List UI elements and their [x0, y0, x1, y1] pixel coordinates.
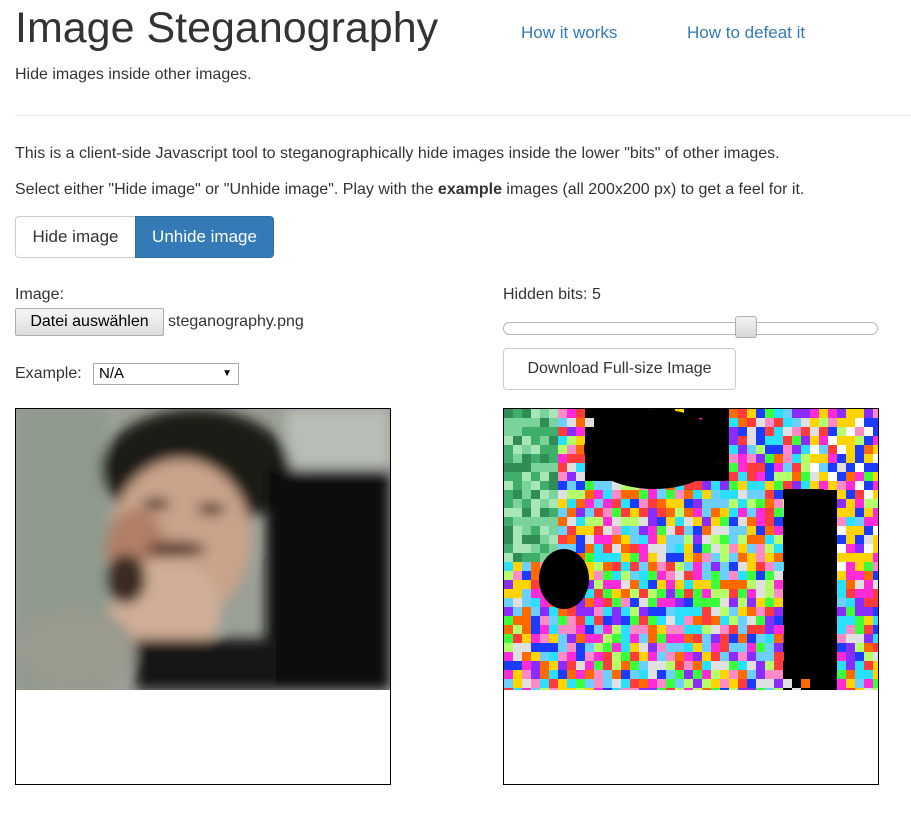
intro-instructions-suffix: images (all 200x200 px) to get a feel fo…	[501, 181, 805, 198]
slider-thumb[interactable]	[735, 316, 757, 338]
page-subtitle: Hide images inside other images.	[15, 66, 252, 83]
chevron-down-icon: ▼	[222, 368, 232, 379]
slider-track[interactable]	[503, 322, 878, 335]
image-label: Image:	[15, 286, 64, 303]
revealed-image-canvas	[503, 408, 879, 785]
download-full-size-button[interactable]: Download Full-size Image	[503, 348, 736, 390]
example-select[interactable]: N/A ▼	[93, 363, 239, 385]
page-title: Image Steganography	[15, 4, 439, 52]
source-image	[16, 409, 390, 690]
hidden-bits-text: Hidden bits:	[503, 286, 588, 303]
intro-instructions-prefix: Select either "Hide image" or "Unhide im…	[15, 181, 438, 198]
selected-file-name: steganography.png	[168, 313, 304, 330]
hide-image-button[interactable]: Hide image	[15, 216, 136, 258]
source-image-canvas	[15, 408, 391, 785]
unhide-image-button[interactable]: Unhide image	[135, 216, 274, 258]
choose-file-button[interactable]: Datei auswählen	[15, 308, 164, 336]
mode-toggle-group: Hide image Unhide image	[15, 216, 274, 258]
header-divider	[15, 115, 911, 116]
revealed-image	[504, 409, 878, 690]
nav-link-how-it-works[interactable]: How it works	[521, 23, 617, 43]
nav-link-how-to-defeat-it[interactable]: How to defeat it	[687, 23, 805, 43]
example-label: Example:	[15, 365, 82, 382]
hidden-bits-slider[interactable]	[503, 316, 878, 338]
page: Image Steganography How it works How to …	[0, 0, 911, 817]
intro-instructions-bold: example	[437, 181, 502, 198]
intro-instructions: Select either "Hide image" or "Unhide im…	[15, 181, 804, 199]
example-select-value: N/A	[99, 365, 125, 382]
hidden-bits-label: Hidden bits: 5	[503, 286, 601, 304]
hidden-bits-value: 5	[591, 286, 601, 303]
intro-description: This is a client-side Javascript tool to…	[15, 145, 780, 162]
